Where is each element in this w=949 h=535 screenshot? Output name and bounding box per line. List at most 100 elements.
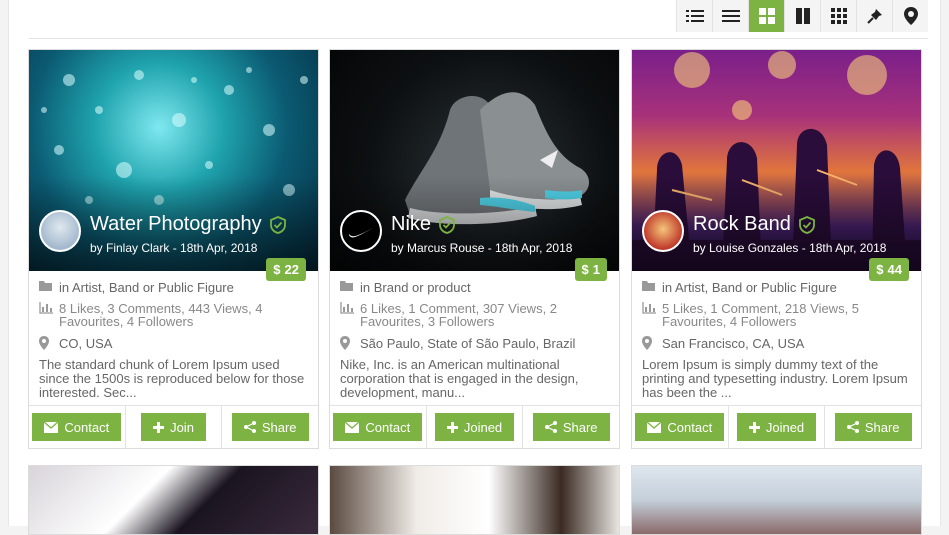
list-icon	[685, 10, 704, 22]
listing-cover-image[interactable]: Water Photography by Finlay Clark - 18th…	[29, 50, 318, 271]
location-text: San Francisco, CA, USA	[662, 336, 805, 351]
list-view-button[interactable]	[676, 0, 712, 32]
folder-icon	[39, 280, 53, 295]
action-cell: Contact	[29, 406, 126, 448]
listing-byline: by Louise Gonzales - 18th Apr, 2018	[693, 241, 887, 255]
action-cell: Contact	[330, 406, 427, 448]
stats-text: 5 Likes, 1 Comment, 218 Views, 5 Favouri…	[662, 301, 860, 329]
contact-button[interactable]: Contact	[635, 413, 725, 441]
listing-title-text: Nike	[391, 213, 432, 235]
avatar[interactable]	[340, 210, 382, 252]
listing-title[interactable]: Nike	[391, 213, 455, 236]
nike-logo-icon	[349, 228, 373, 238]
joined-button[interactable]: Joined	[434, 413, 515, 441]
action-cell: Share	[825, 406, 921, 448]
location-text: São Paulo, State of São Paulo, Brazil	[360, 336, 576, 351]
action-cell: Join	[126, 406, 223, 448]
listing-byline: by Marcus Rouse - 18th Apr, 2018	[391, 241, 573, 255]
envelope-icon	[647, 421, 662, 433]
folder-icon	[642, 280, 656, 295]
category-text: in Artist, Band or Public Figure	[59, 280, 234, 295]
price-value: 22	[284, 262, 299, 277]
dense-grid-view-button[interactable]	[820, 0, 856, 32]
price-badge: $ 44	[869, 258, 909, 281]
dollar-icon: $	[876, 262, 884, 277]
listing-title[interactable]: Rock Band	[693, 213, 815, 236]
listing-title[interactable]: Water Photography	[90, 213, 286, 236]
join-label: Join	[170, 419, 194, 435]
listing-category: in Artist, Band or Public Figure	[642, 280, 911, 295]
listing-stats: 6 Likes, 1 Comment, 307 Views, 2 Favouri…	[340, 302, 609, 328]
plus-icon	[748, 421, 760, 433]
listing-category: in Brand or product	[340, 280, 609, 295]
joined-label: Joined	[463, 419, 503, 435]
pin-icon	[866, 9, 882, 24]
category-text: in Brand or product	[360, 280, 471, 295]
location-text: CO, USA	[59, 336, 113, 351]
price-badge: $ 1	[574, 258, 607, 281]
card-actions: Contact Join Share	[29, 405, 318, 448]
listing-card: Nike by Marcus Rouse - 18th Apr, 2018 $ …	[329, 49, 620, 449]
listing-location: CO, USA	[39, 336, 308, 353]
action-cell: Contact	[632, 406, 729, 448]
card-actions: Contact Joined Share	[330, 405, 619, 448]
dollar-icon: $	[581, 262, 589, 277]
joined-button[interactable]: Joined	[736, 413, 817, 441]
location-icon	[903, 7, 918, 25]
view-mode-toolbar	[676, 0, 928, 32]
share-icon	[544, 421, 557, 433]
action-cell: Joined	[729, 406, 826, 448]
share-icon	[846, 421, 859, 433]
plus-icon	[153, 421, 165, 433]
map-view-button[interactable]	[892, 0, 928, 32]
join-button[interactable]: Join	[141, 413, 206, 441]
listing-card: Water Photography by Finlay Clark - 18th…	[28, 49, 319, 449]
listing-description: Nike, Inc. is an American multinational …	[340, 358, 579, 400]
share-button[interactable]: Share	[532, 413, 610, 441]
folder-icon	[340, 280, 354, 295]
listing-cover-image[interactable]: Nike by Marcus Rouse - 18th Apr, 2018	[330, 50, 619, 271]
price-badge: $ 22	[266, 258, 306, 281]
grid-view-button[interactable]	[748, 0, 784, 32]
grid-icon	[758, 8, 775, 24]
contact-button[interactable]: Contact	[32, 413, 122, 441]
listing-card-preview[interactable]	[631, 465, 922, 535]
listing-description: The standard chunk of Lorem Ipsum used s…	[39, 358, 305, 400]
listing-title-text: Rock Band	[693, 213, 791, 235]
action-cell: Joined	[427, 406, 524, 448]
share-button[interactable]: Share	[231, 413, 309, 441]
listing-title-text: Water Photography	[90, 213, 262, 235]
share-button[interactable]: Share	[834, 413, 912, 441]
compact-list-view-button[interactable]	[712, 0, 748, 32]
two-column-view-button[interactable]	[784, 0, 820, 32]
avatar[interactable]	[642, 210, 684, 252]
listing-location: São Paulo, State of São Paulo, Brazil	[340, 336, 609, 353]
envelope-icon	[44, 421, 59, 433]
pin-view-button[interactable]	[856, 0, 892, 32]
map-marker-icon	[39, 336, 53, 353]
stats-text: 6 Likes, 1 Comment, 307 Views, 2 Favouri…	[360, 301, 558, 329]
grid-dense-icon	[830, 8, 847, 24]
listing-card-preview[interactable]	[28, 465, 319, 535]
columns-icon	[795, 8, 810, 24]
action-cell: Share	[523, 406, 619, 448]
avatar[interactable]	[39, 210, 81, 252]
listing-description: Lorem Ipsum is simply dummy text of the …	[642, 358, 908, 400]
contact-button[interactable]: Contact	[333, 413, 423, 441]
contact-label: Contact	[64, 419, 110, 435]
menu-icon	[721, 10, 740, 22]
bar-chart-icon	[340, 302, 354, 328]
map-marker-icon	[642, 336, 656, 353]
listing-card-preview[interactable]	[329, 465, 620, 535]
divider	[29, 38, 928, 39]
share-label: Share	[261, 419, 297, 435]
contact-label: Contact	[365, 419, 411, 435]
listing-card: Rock Band by Louise Gonzales - 18th Apr,…	[631, 49, 922, 449]
listing-cover-image[interactable]: Rock Band by Louise Gonzales - 18th Apr,…	[632, 50, 921, 271]
share-icon	[243, 421, 256, 433]
contact-label: Contact	[667, 419, 713, 435]
price-value: 1	[592, 262, 600, 277]
envelope-icon	[345, 421, 360, 433]
joined-label: Joined	[765, 419, 805, 435]
listing-location: San Francisco, CA, USA	[642, 336, 911, 353]
